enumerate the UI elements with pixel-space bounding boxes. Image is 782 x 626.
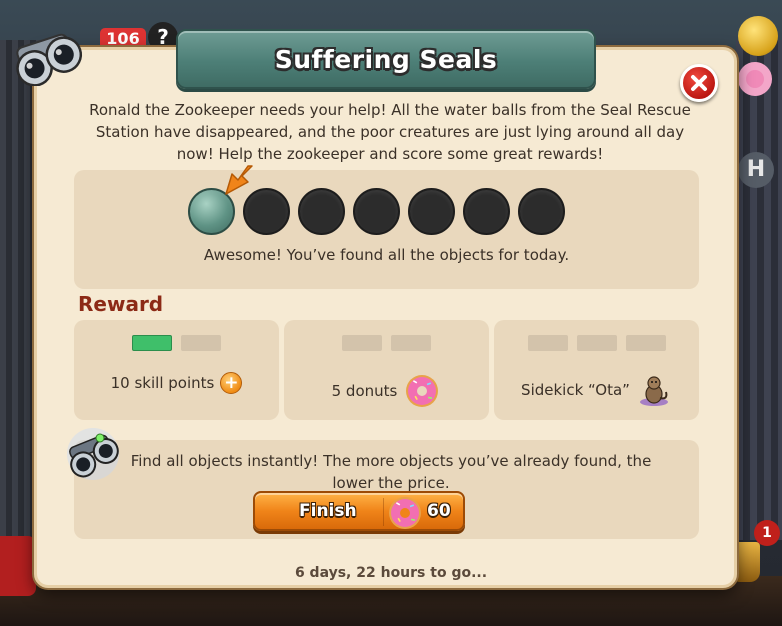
reward-label: 10 skill points (110, 374, 215, 392)
pointer-arrow-icon (225, 165, 253, 195)
donut-icon (406, 375, 439, 407)
reward-label: 5 donuts (331, 382, 398, 400)
finish-button[interactable]: Finish 60 (253, 491, 465, 531)
finish-price: 60 (427, 501, 451, 521)
background-building-right (736, 40, 782, 540)
reward-heading: Reward (78, 292, 164, 316)
glowing-binoculars-icon (67, 428, 119, 480)
water-ball-empty (463, 188, 510, 235)
pip-empty (576, 335, 617, 351)
pip-empty (527, 335, 568, 351)
binoculars-icon (16, 33, 83, 86)
reward-card-sidekick: Sidekick “Ota” (494, 320, 699, 420)
side-hotkey-button[interactable]: H (738, 152, 774, 188)
pip-empty (391, 335, 431, 351)
progress-message: Awesome! You’ve found all the objects fo… (203, 246, 570, 264)
button-divider (383, 498, 384, 526)
reward-progress-pips (74, 335, 279, 351)
water-ball-empty (298, 188, 345, 235)
reward-progress-pips (284, 335, 489, 351)
water-ball-empty (408, 188, 455, 235)
plus-icon: + (220, 372, 243, 394)
coin-icon (738, 16, 778, 56)
finish-description: Find all objects instantly! The more obj… (130, 452, 652, 492)
close-icon (691, 75, 707, 91)
reward-card-donuts: 5 donuts (284, 320, 489, 420)
close-button[interactable] (680, 64, 718, 102)
reward-label: Sidekick “Ota” (521, 381, 630, 399)
donut-icon (389, 497, 421, 529)
finish-button-label: Finish (299, 501, 357, 521)
trophy-badge: 1 (754, 520, 780, 546)
water-ball-empty (353, 188, 400, 235)
water-ball-empty (518, 188, 565, 235)
title-banner: Suffering Seals (176, 29, 596, 89)
reward-card-skill-points: 10 skill points + (74, 320, 279, 420)
side-donut-icon (738, 62, 772, 96)
dialog-title: Suffering Seals (274, 44, 498, 74)
reward-progress-pips (494, 335, 699, 351)
event-timer: 6 days, 22 hours to go... (294, 565, 488, 581)
progress-panel: Awesome! You’ve found all the objects fo… (74, 165, 699, 289)
pip-empty (181, 335, 221, 351)
intro-text: Ronald the Zookeeper needs your help! Al… (89, 101, 691, 163)
pip-empty (625, 335, 666, 351)
sidekick-otter-icon (639, 376, 668, 406)
pip-empty (342, 335, 382, 351)
pip-filled (132, 335, 172, 351)
